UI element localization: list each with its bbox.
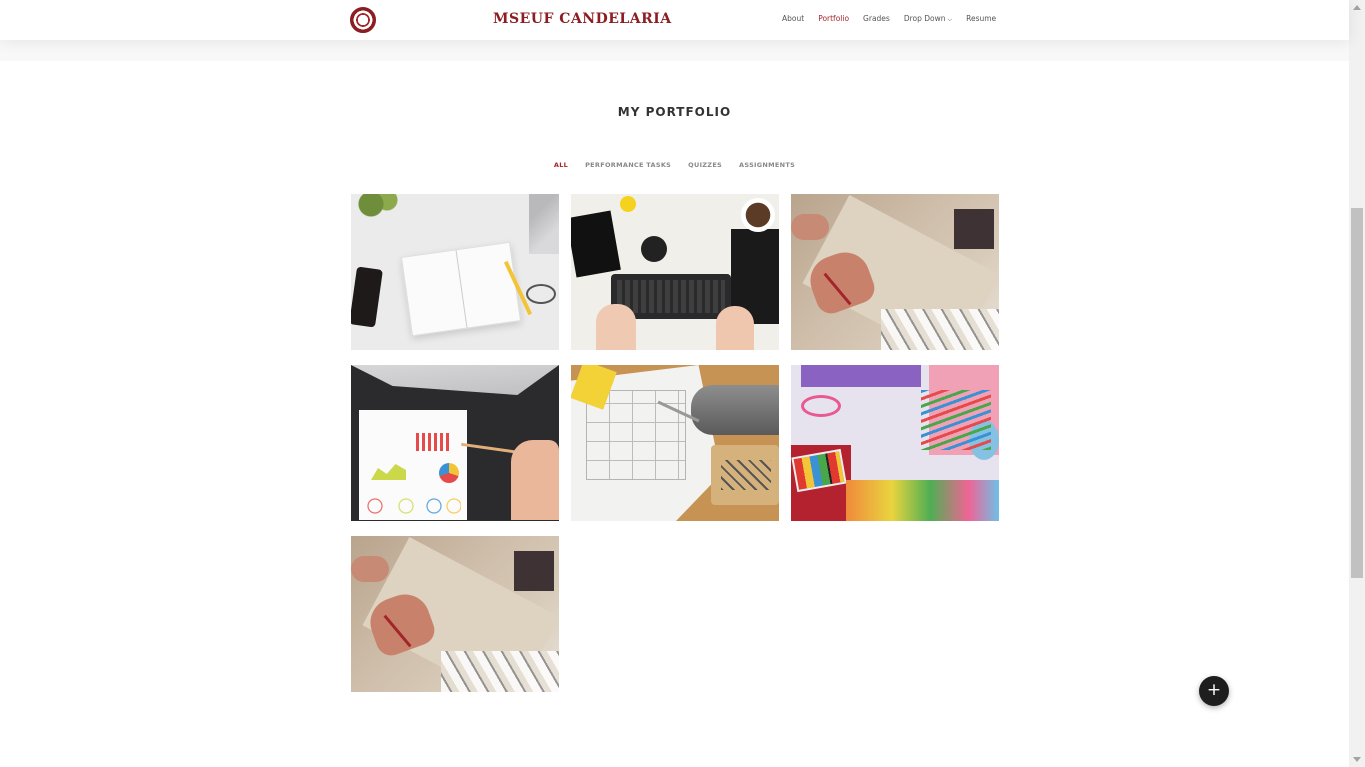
portfolio-filters: ALL PERFORMANCE TASKS QUIZZES ASSIGNMENT… bbox=[0, 161, 1349, 169]
portfolio-item-charts[interactable] bbox=[351, 365, 559, 521]
nav-item-portfolio[interactable]: Portfolio bbox=[818, 14, 849, 24]
filter-assignments[interactable]: ASSIGNMENTS bbox=[739, 161, 795, 169]
brand-name[interactable]: MSEUF CANDELARIA bbox=[493, 11, 672, 27]
plus-icon: + bbox=[1206, 680, 1222, 700]
portfolio-item-drawing-2[interactable] bbox=[351, 536, 559, 692]
page-scrollbar[interactable] bbox=[1349, 0, 1365, 767]
scrollbar-thumb[interactable] bbox=[1351, 208, 1363, 578]
portfolio-item-art-supplies[interactable] bbox=[791, 365, 999, 521]
portfolio-grid bbox=[351, 194, 999, 692]
portfolio-item-blueprint[interactable] bbox=[571, 365, 779, 521]
nav-item-resume[interactable]: Resume bbox=[966, 14, 996, 24]
section-title: MY PORTFOLIO bbox=[617, 105, 732, 119]
portfolio-item-keyboard[interactable] bbox=[571, 194, 779, 350]
logo[interactable] bbox=[350, 7, 376, 33]
header-band bbox=[0, 40, 1349, 61]
nav-item-drop-down-label: Drop Down bbox=[903, 14, 946, 23]
portfolio-item-notebook[interactable] bbox=[351, 194, 559, 350]
portfolio-item-drawing[interactable] bbox=[791, 194, 999, 350]
scroll-down-arrow-icon[interactable] bbox=[1353, 757, 1361, 762]
filter-quizzes[interactable]: QUIZZES bbox=[688, 161, 722, 169]
filter-performance-tasks[interactable]: PERFORMANCE TASKS bbox=[585, 161, 671, 169]
nav-item-drop-down[interactable]: Drop Down ⌵ bbox=[904, 14, 952, 24]
nav-item-about[interactable]: About bbox=[782, 14, 804, 24]
add-button[interactable]: + bbox=[1199, 676, 1229, 706]
site-header: MSEUF CANDELARIA About Portfolio Grades … bbox=[0, 0, 1349, 40]
filter-all[interactable]: ALL bbox=[554, 161, 568, 169]
chevron-down-icon: ⌵ bbox=[947, 16, 953, 23]
scroll-up-arrow-icon[interactable] bbox=[1353, 5, 1361, 10]
main-nav: About Portfolio Grades Drop Down ⌵ Resume bbox=[782, 14, 1010, 24]
nav-item-grades[interactable]: Grades bbox=[863, 14, 890, 24]
